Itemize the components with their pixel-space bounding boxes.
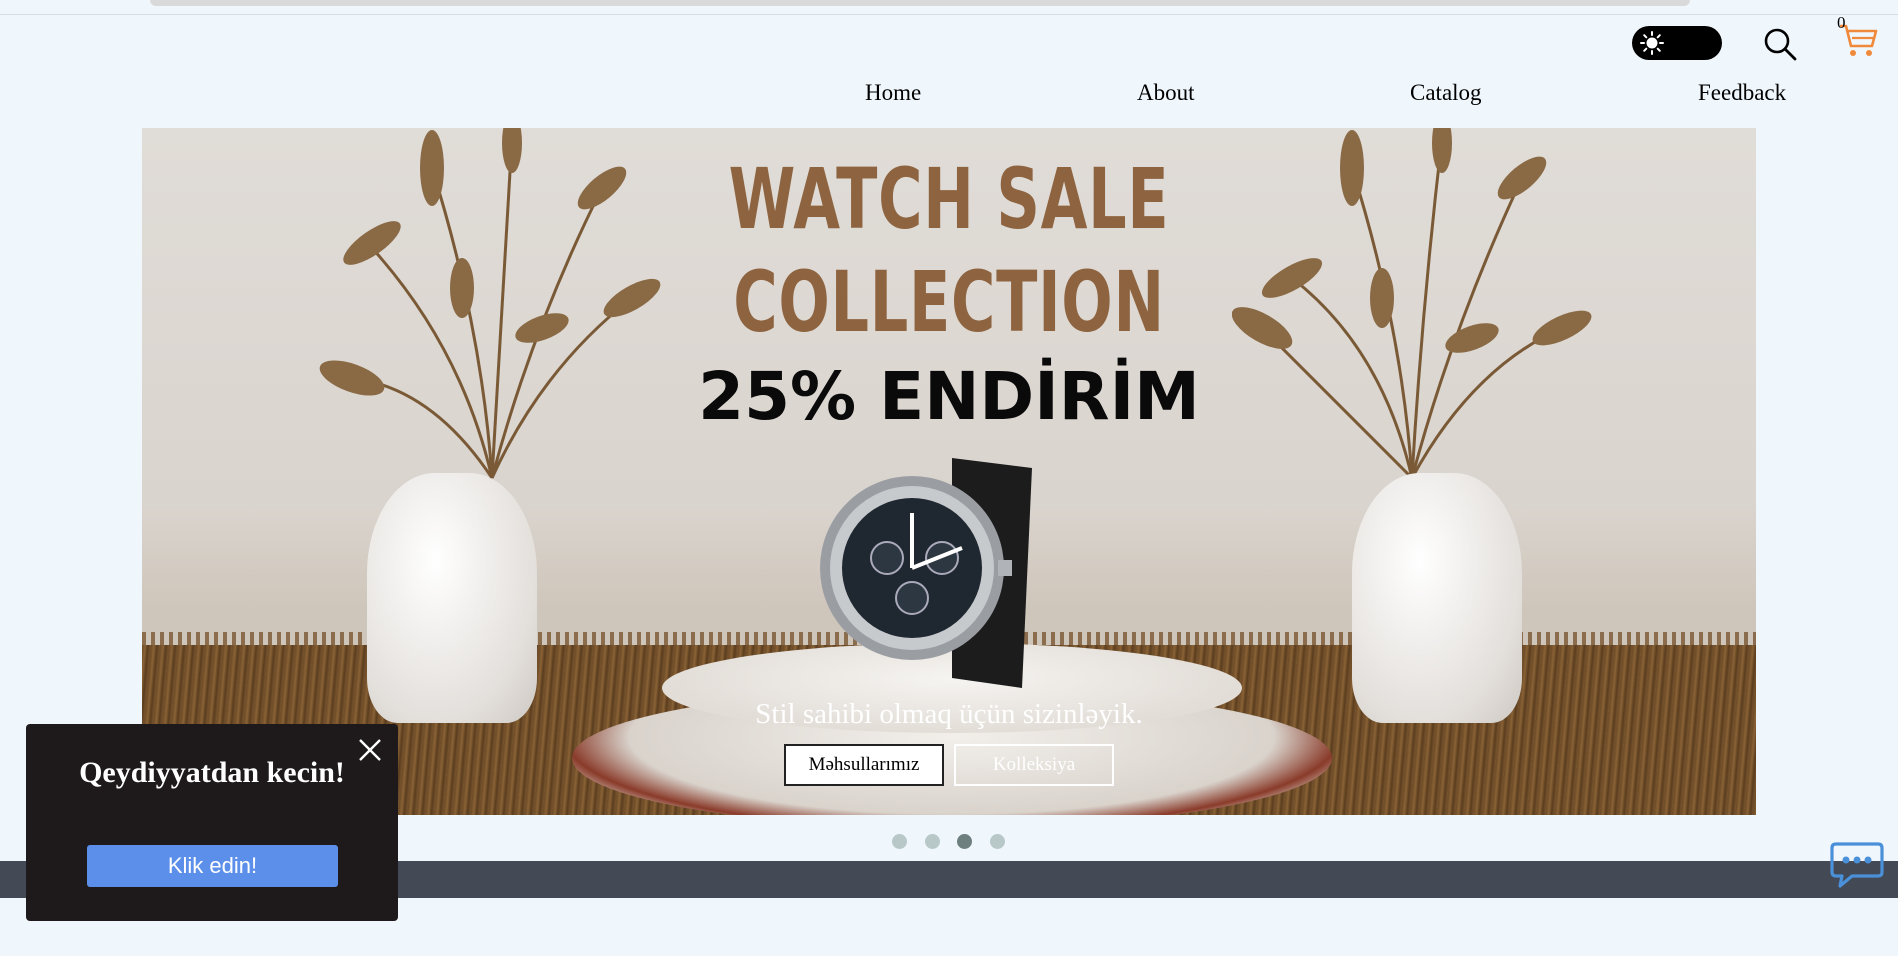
nav-about[interactable]: About [1137,80,1195,106]
slider-dot-3[interactable] [957,834,972,849]
watch-image [820,458,1032,688]
popup-title: Qeydiyyatdan kecin! [79,756,345,789]
hero-title-line1: WATCH SALE [728,150,1170,248]
vase-left-image [367,473,537,723]
vase-right-image [1352,473,1522,723]
popup-click-button[interactable]: Klik edin! [87,845,338,887]
hero-title-line2: COLLECTION [733,253,1165,351]
slider-dot-1[interactable] [892,834,907,849]
hero-banner: WATCH SALE COLLECTION 25% ENDİRİM Stil s… [142,128,1756,815]
search-icon[interactable] [1760,24,1800,64]
products-button[interactable]: Məhsullarımız [784,744,944,786]
chat-bubble-icon[interactable] [1830,840,1884,890]
slider-dot-2[interactable] [925,834,940,849]
nav-home[interactable]: Home [865,80,921,106]
nav-catalog[interactable]: Catalog [1410,80,1482,106]
collection-button[interactable]: Kolleksiya [954,744,1114,786]
sun-icon [1640,31,1664,55]
cart-count-badge: 0 [1837,13,1846,32]
signup-popup: Qeydiyyatdan kecin! Klik edin! [26,724,398,921]
slider-dot-4[interactable] [990,834,1005,849]
hero-discount: 25% ENDİRİM [698,358,1200,435]
theme-toggle[interactable] [1632,26,1722,60]
top-scroll-bar [150,0,1690,6]
nav-feedback[interactable]: Feedback [1698,80,1786,106]
main-nav: Home About Catalog Feedback [0,80,1898,110]
header-divider [0,14,1898,15]
